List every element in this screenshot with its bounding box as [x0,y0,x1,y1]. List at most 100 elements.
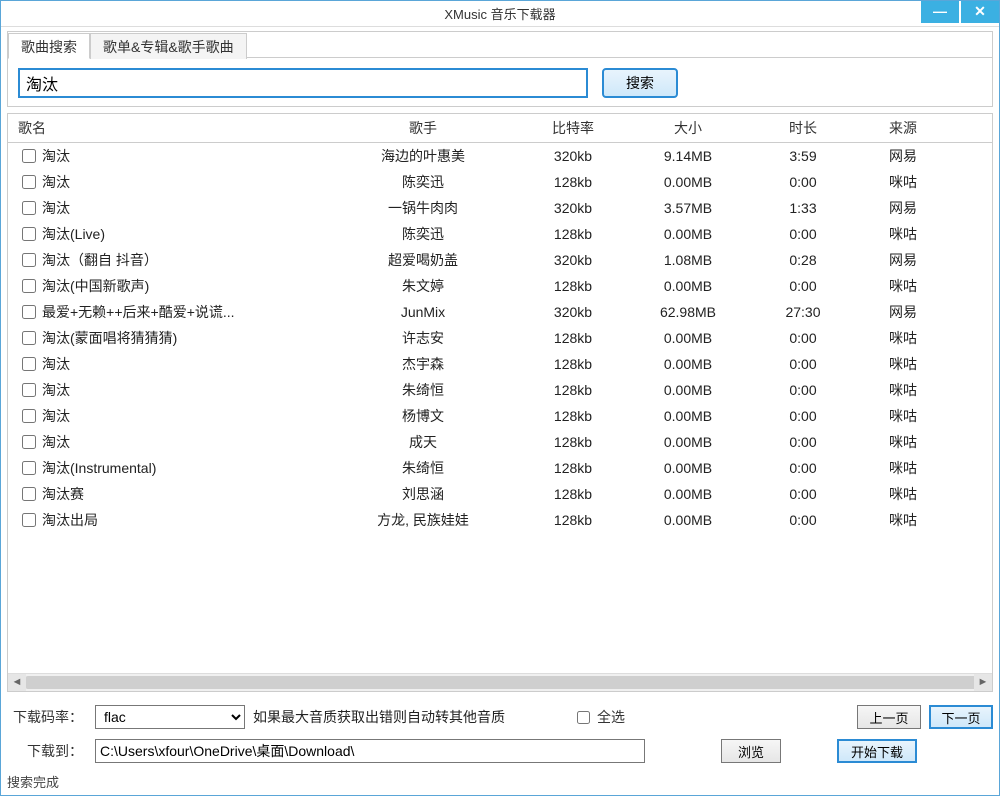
table-row[interactable]: 最爱+无赖++后来+酷爱+说谎...JunMix320kb62.98MB27:3… [8,299,992,325]
row-checkbox[interactable] [22,175,36,189]
col-source[interactable]: 来源 [858,118,948,138]
cell-artist: JunMix [328,304,518,320]
table-row[interactable]: 淘汰(中国新歌声)朱文婷128kb0.00MB0:00咪咕 [8,273,992,299]
row-checkbox[interactable] [22,435,36,449]
row-checkbox[interactable] [22,227,36,241]
start-download-button[interactable]: 开始下载 [837,739,917,763]
results-header: 歌名 歌手 比特率 大小 时长 来源 [8,114,992,143]
cell-size: 3.57MB [628,200,748,216]
cell-bitrate: 320kb [518,252,628,268]
results-body[interactable]: 淘汰海边的叶惠美320kb9.14MB3:59网易淘汰陈奕迅128kb0.00M… [8,143,992,673]
scroll-right-icon[interactable]: ► [974,674,992,691]
status-bar: 搜索完成 [7,772,993,791]
row-checkbox[interactable] [22,357,36,371]
table-row[interactable]: 淘汰赛刘思涵128kb0.00MB0:00咪咕 [8,481,992,507]
cell-duration: 0:00 [748,330,858,346]
col-artist[interactable]: 歌手 [328,118,518,138]
cell-source: 咪咕 [858,484,948,504]
cell-source: 咪咕 [858,510,948,530]
cell-duration: 0:00 [748,356,858,372]
table-row[interactable]: 淘汰(Instrumental)朱绮恒128kb0.00MB0:00咪咕 [8,455,992,481]
save-path-input[interactable] [95,739,645,763]
row-checkbox[interactable] [22,279,36,293]
col-name[interactable]: 歌名 [8,118,328,138]
cell-duration: 0:00 [748,460,858,476]
minimize-button[interactable]: — [921,1,959,23]
cell-name: 淘汰 [42,172,70,192]
browse-button[interactable]: 浏览 [721,739,781,763]
col-bitrate[interactable]: 比特率 [518,118,628,138]
cell-name: 淘汰出局 [42,510,98,530]
cell-size: 9.14MB [628,148,748,164]
next-page-button[interactable]: 下一页 [929,705,993,729]
row-checkbox[interactable] [22,461,36,475]
table-row[interactable]: 淘汰出局方龙, 民族娃娃128kb0.00MB0:00咪咕 [8,507,992,533]
cell-source: 咪咕 [858,432,948,452]
cell-duration: 3:59 [748,148,858,164]
tab-playlist-album[interactable]: 歌单&专辑&歌手歌曲 [90,33,247,59]
row-checkbox[interactable] [22,409,36,423]
cell-size: 0.00MB [628,512,748,528]
cell-name: 淘汰(蒙面唱将猜猜猜) [42,328,177,348]
cell-artist: 朱文婷 [328,276,518,296]
row-checkbox[interactable] [22,383,36,397]
col-dur[interactable]: 时长 [748,118,858,138]
row-checkbox[interactable] [22,331,36,345]
cell-artist: 一锅牛肉肉 [328,198,518,218]
cell-duration: 1:33 [748,200,858,216]
row-checkbox[interactable] [22,253,36,267]
cell-source: 咪咕 [858,276,948,296]
cell-size: 0.00MB [628,408,748,424]
table-row[interactable]: 淘汰成天128kb0.00MB0:00咪咕 [8,429,992,455]
table-row[interactable]: 淘汰杰宇森128kb0.00MB0:00咪咕 [8,351,992,377]
app-window: XMusic 音乐下载器 — ✕ 歌曲搜索 歌单&专辑&歌手歌曲 搜索 歌名 歌… [0,0,1000,796]
scroll-left-icon[interactable]: ◄ [8,674,26,691]
row-checkbox[interactable] [22,149,36,163]
cell-bitrate: 320kb [518,200,628,216]
search-input[interactable] [18,68,588,98]
table-row[interactable]: 淘汰(蒙面唱将猜猜猜)许志安128kb0.00MB0:00咪咕 [8,325,992,351]
bitrate-label: 下载码率： [7,707,87,727]
cell-source: 咪咕 [858,406,948,426]
cell-source: 咪咕 [858,328,948,348]
table-row[interactable]: 淘汰(Live)陈奕迅128kb0.00MB0:00咪咕 [8,221,992,247]
col-size[interactable]: 大小 [628,118,748,138]
select-all-label: 全选 [597,707,625,727]
cell-name: 淘汰(Instrumental) [42,458,156,478]
scroll-thumb[interactable] [26,676,986,689]
close-button[interactable]: ✕ [961,1,999,23]
cell-name: 淘汰 [42,146,70,166]
cell-bitrate: 128kb [518,356,628,372]
table-row[interactable]: 淘汰一锅牛肉肉320kb3.57MB1:33网易 [8,195,992,221]
prev-page-button[interactable]: 上一页 [857,705,921,729]
search-button[interactable]: 搜索 [602,68,678,98]
table-row[interactable]: 淘汰海边的叶惠美320kb9.14MB3:59网易 [8,143,992,169]
cell-source: 咪咕 [858,224,948,244]
row-checkbox[interactable] [22,513,36,527]
cell-bitrate: 128kb [518,460,628,476]
select-all-input[interactable] [577,711,590,724]
cell-artist: 海边的叶惠美 [328,146,518,166]
tab-song-search[interactable]: 歌曲搜索 [8,33,90,59]
cell-name: 最爱+无赖++后来+酷爱+说谎... [42,302,235,322]
cell-source: 咪咕 [858,380,948,400]
cell-size: 0.00MB [628,460,748,476]
row-checkbox[interactable] [22,305,36,319]
cell-bitrate: 128kb [518,330,628,346]
bitrate-hint: 如果最大音质获取出错则自动转其他音质 [253,707,505,727]
cell-bitrate: 320kb [518,304,628,320]
cell-name: 淘汰 [42,380,70,400]
cell-bitrate: 128kb [518,434,628,450]
bitrate-select[interactable]: flac [95,705,245,729]
table-row[interactable]: 淘汰（翻自 抖音）超爱喝奶盖320kb1.08MB0:28网易 [8,247,992,273]
cell-bitrate: 128kb [518,278,628,294]
table-row[interactable]: 淘汰杨博文128kb0.00MB0:00咪咕 [8,403,992,429]
cell-artist: 朱绮恒 [328,458,518,478]
table-row[interactable]: 淘汰朱绮恒128kb0.00MB0:00咪咕 [8,377,992,403]
horizontal-scrollbar[interactable]: ◄ ► [8,673,992,691]
row-checkbox[interactable] [22,201,36,215]
table-row[interactable]: 淘汰陈奕迅128kb0.00MB0:00咪咕 [8,169,992,195]
select-all-checkbox[interactable]: 全选 [573,707,625,727]
row-checkbox[interactable] [22,487,36,501]
tab-strip: 歌曲搜索 歌单&专辑&歌手歌曲 [8,32,992,58]
